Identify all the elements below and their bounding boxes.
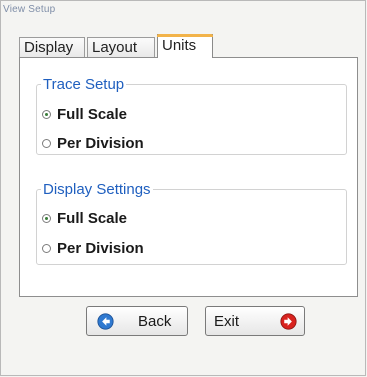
display-settings-group: Display Settings Full Scale Per Division bbox=[36, 181, 347, 265]
view-setup-window: View Setup Display Layout Units Trace Se… bbox=[0, 0, 366, 376]
radio-unselected-icon bbox=[42, 138, 51, 148]
arrow-left-icon bbox=[97, 313, 114, 330]
back-button[interactable]: Back bbox=[86, 306, 188, 336]
tab-layout[interactable]: Layout bbox=[87, 37, 155, 57]
trace-full-scale-label: Full Scale bbox=[57, 106, 128, 123]
exit-label: Exit bbox=[214, 313, 240, 330]
tab-units[interactable]: Units bbox=[157, 34, 213, 58]
display-per-division-radio[interactable]: Per Division bbox=[42, 240, 144, 258]
arrow-right-icon bbox=[280, 313, 297, 330]
exit-button[interactable]: Exit bbox=[205, 306, 305, 336]
trace-per-division-radio[interactable]: Per Division bbox=[42, 135, 144, 153]
trace-setup-title: Trace Setup bbox=[43, 76, 125, 93]
radio-selected-icon bbox=[42, 213, 51, 223]
tab-display[interactable]: Display bbox=[19, 37, 85, 57]
radio-unselected-icon bbox=[42, 243, 51, 253]
back-label: Back bbox=[138, 313, 172, 330]
display-full-scale-radio[interactable]: Full Scale bbox=[42, 210, 127, 228]
trace-full-scale-radio[interactable]: Full Scale bbox=[42, 106, 127, 124]
window-title: View Setup bbox=[3, 4, 56, 15]
units-panel: Trace Setup Full Scale Per Division Disp… bbox=[19, 57, 358, 297]
radio-selected-icon bbox=[42, 109, 51, 119]
trace-per-division-label: Per Division bbox=[57, 135, 144, 152]
display-settings-title: Display Settings bbox=[43, 181, 151, 198]
display-per-division-label: Per Division bbox=[57, 240, 144, 257]
display-full-scale-label: Full Scale bbox=[57, 210, 128, 227]
trace-setup-group: Trace Setup Full Scale Per Division bbox=[36, 76, 347, 155]
